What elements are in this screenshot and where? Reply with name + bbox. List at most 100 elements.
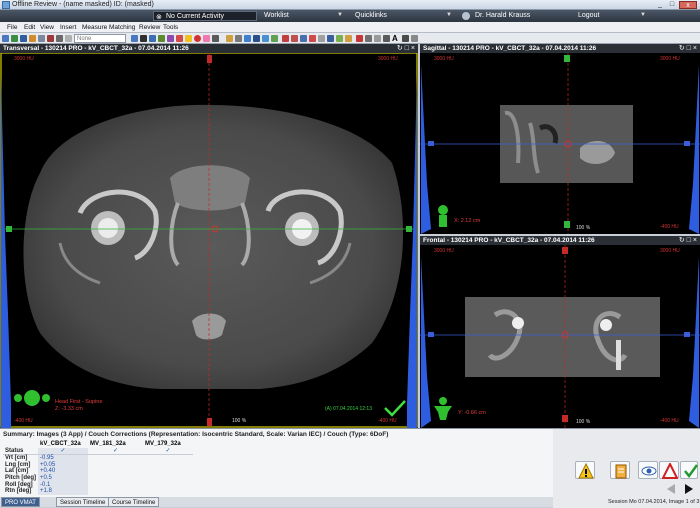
sagittal-ct-image[interactable] <box>420 53 700 234</box>
transversal-viewer[interactable]: Transversal - 130214 PRO - kV_CBCT_32a -… <box>0 44 418 428</box>
split-icon[interactable] <box>374 35 381 42</box>
arrow-tool-icon[interactable] <box>244 35 251 42</box>
tab-session-timeline[interactable]: Session Timeline <box>56 497 110 507</box>
angle-icon[interactable] <box>149 35 156 42</box>
structure-icon[interactable] <box>271 35 278 42</box>
menu-review[interactable]: Review <box>139 24 160 31</box>
layout-icon[interactable] <box>38 35 45 42</box>
cell-value <box>88 488 143 495</box>
cell-value: +1.8 <box>38 488 88 495</box>
cell-value <box>143 468 193 475</box>
frontal-viewer[interactable]: Frontal - 130214 PRO - kV_CBCT_32a - 07.… <box>420 236 700 428</box>
roi-icon[interactable] <box>167 35 174 42</box>
crosshair-icon[interactable] <box>365 35 372 42</box>
tab-course-timeline[interactable]: Course Timeline <box>108 497 160 507</box>
grid-layout-icon[interactable] <box>327 35 334 42</box>
match-icon[interactable] <box>300 35 307 42</box>
tab-pro-vmat[interactable]: PRO VMAT <box>1 497 40 507</box>
copy-icon[interactable] <box>282 35 289 42</box>
column-header[interactable]: MV_181_32a <box>88 441 143 448</box>
registration-icon[interactable] <box>309 35 316 42</box>
transversal-right-histogram[interactable] <box>407 74 417 428</box>
text-tool-icon[interactable]: A <box>392 35 398 43</box>
measure-icon[interactable] <box>131 35 138 42</box>
cell-value <box>143 475 193 482</box>
sagittal-right-histogram[interactable] <box>689 64 699 234</box>
cell-value: -0.1 <box>38 481 88 489</box>
menu-measure[interactable]: Measure <box>82 24 107 31</box>
activity-selector[interactable]: ⊗ No Current Activity <box>153 11 257 21</box>
previous-image-icon[interactable] <box>665 483 677 495</box>
overlay-dropdown[interactable]: None <box>74 34 126 43</box>
next-image-icon[interactable] <box>683 483 695 495</box>
info-icon[interactable] <box>253 35 260 42</box>
quicklinks-menu[interactable]: Quicklinks <box>355 12 387 19</box>
frontal-view-controls[interactable]: ↻ □ × <box>679 236 697 245</box>
contour-icon[interactable] <box>158 35 165 42</box>
highlight-icon[interactable] <box>185 35 192 42</box>
flip-icon[interactable] <box>383 35 390 42</box>
grid-icon[interactable] <box>212 35 219 42</box>
save-icon[interactable] <box>20 35 27 42</box>
logout-arrow-icon[interactable]: ▼ <box>640 12 646 18</box>
approve-button[interactable] <box>680 461 699 479</box>
table-row: Roll [deg] -0.1 <box>3 481 193 489</box>
minimize-button[interactable]: _ <box>655 1 665 9</box>
logout-button[interactable]: Logout <box>578 12 599 19</box>
action-panel: Session Mo 07.04.2014, Image 1 of 3 <box>553 428 700 508</box>
toolbar: None A <box>0 33 700 44</box>
line-icon[interactable] <box>235 35 242 42</box>
close-button[interactable]: x <box>679 1 697 9</box>
menu-file[interactable]: File <box>7 24 17 31</box>
transversal-ct-image[interactable] <box>0 53 418 428</box>
marker-icon[interactable] <box>176 35 183 42</box>
crop-icon[interactable] <box>411 35 418 42</box>
column-header[interactable]: MV_179_32a <box>143 441 193 448</box>
view-button[interactable] <box>638 461 658 479</box>
delete-icon[interactable] <box>356 35 363 42</box>
refresh-icon[interactable] <box>11 35 18 42</box>
rotate-icon[interactable] <box>402 35 409 42</box>
color-icon[interactable] <box>203 35 210 42</box>
frontal-ct-image[interactable] <box>420 245 700 428</box>
user-name[interactable]: Dr. Harald Krauss <box>475 12 530 19</box>
open-icon[interactable] <box>2 35 9 42</box>
sagittal-view-controls[interactable]: ↻ □ × <box>679 44 697 53</box>
row-label: Vrt [cm] <box>5 455 28 462</box>
notes-button[interactable] <box>610 461 630 479</box>
transversal-left-histogram[interactable] <box>1 74 11 428</box>
menu-tools[interactable]: Tools <box>163 24 178 31</box>
fusion-icon[interactable] <box>262 35 269 42</box>
pan-icon[interactable] <box>65 35 72 42</box>
menu-matching[interactable]: Matching <box>109 24 135 31</box>
cell-value: +0.5 <box>38 474 88 482</box>
pencil-icon[interactable] <box>226 35 233 42</box>
blend-icon[interactable] <box>318 35 325 42</box>
menu-view[interactable]: View <box>40 24 54 31</box>
maximize-button[interactable]: □ <box>667 1 677 9</box>
print-icon[interactable] <box>29 35 36 42</box>
sagittal-orientation-icon <box>438 205 448 227</box>
quicklinks-arrow-icon[interactable]: ▼ <box>446 12 452 18</box>
paste-icon[interactable] <box>291 35 298 42</box>
flag-icon[interactable] <box>345 35 352 42</box>
check-icon[interactable] <box>336 35 343 42</box>
row-label: Pitch [deg] <box>5 474 36 481</box>
reject-button[interactable] <box>659 461 679 479</box>
menu-insert[interactable]: Insert <box>60 24 76 31</box>
menu-edit[interactable]: Edit <box>24 24 35 31</box>
sagittal-left-histogram[interactable] <box>421 64 431 234</box>
transversal-view-controls[interactable]: ↻ □ × <box>397 44 415 53</box>
frontal-left-histogram[interactable] <box>421 256 431 428</box>
zoom-icon[interactable] <box>56 35 63 42</box>
window-level-icon[interactable] <box>47 35 54 42</box>
target-icon[interactable] <box>194 35 201 42</box>
frontal-right-histogram[interactable] <box>689 256 699 428</box>
ruler-icon[interactable] <box>140 35 147 42</box>
warning-button[interactable] <box>575 461 595 479</box>
sagittal-viewer[interactable]: Sagittal - 130214 PRO - kV_CBCT_32a - 07… <box>420 44 700 234</box>
worklist-menu[interactable]: Worklist <box>264 12 289 19</box>
column-header[interactable]: kV_CBCT_32a <box>38 441 88 448</box>
patient-orientation-icon <box>14 390 50 406</box>
worklist-arrow-icon[interactable]: ▼ <box>337 12 343 18</box>
